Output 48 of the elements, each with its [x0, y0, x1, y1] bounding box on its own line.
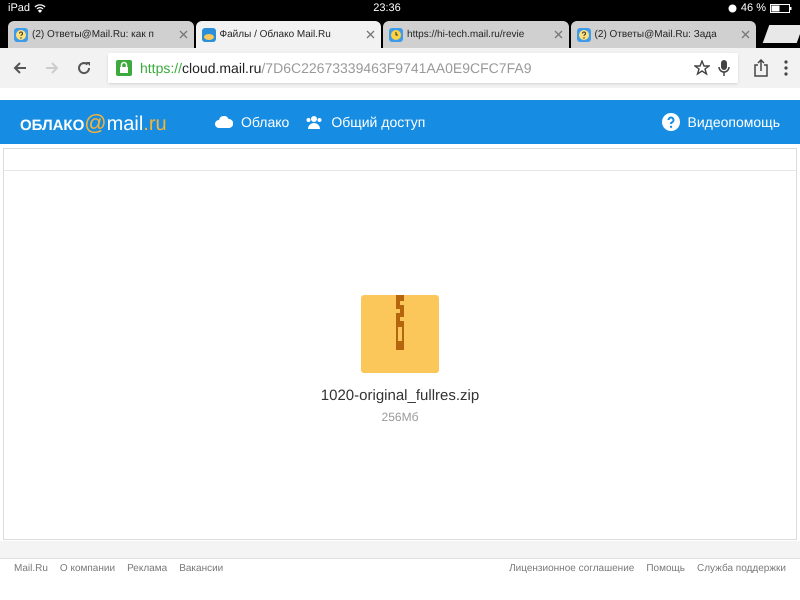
zip-archive-icon[interactable] [361, 295, 439, 373]
cloud-icon [215, 116, 233, 128]
nav-link[interactable]: Облако [215, 112, 290, 132]
help-icon [662, 113, 680, 131]
browser-tab[interactable]: (2) Ответы@Mail.Ru: Зада [570, 21, 756, 48]
tab-title: (2) Ответы@Mail.Ru: как п [32, 28, 155, 42]
tab-title: (2) Ответы@Mail.Ru: Зада [594, 28, 718, 42]
video-help-link[interactable]: Видеопомощь [662, 112, 780, 132]
device-name: iPad [8, 0, 30, 16]
close-icon[interactable] [741, 30, 750, 39]
clock-time: 23:36 [373, 0, 401, 16]
browser-tab[interactable]: Файлы / Облако Mail.Ru [196, 21, 382, 48]
browser-tab[interactable]: https://hi-tech.mail.ru/revie [383, 21, 569, 48]
browser-tab[interactable]: (2) Ответы@Mail.Ru: как п [8, 21, 194, 48]
tab-title: https://hi-tech.mail.ru/revie [407, 28, 526, 42]
close-icon[interactable] [178, 30, 188, 39]
back-arrow-icon[interactable] [12, 60, 28, 76]
file-name: 1020-original_fullres.zip [320, 386, 480, 406]
url-text: https://cloud.mail.ru/7D6C22673339463F9741AA0E9CFC7FA9 [140, 58, 532, 78]
footer-link[interactable]: Mail.Ru [14, 561, 48, 576]
footer-link[interactable]: Реклама [127, 561, 168, 576]
reload-icon[interactable] [76, 60, 92, 76]
people-icon [305, 115, 324, 129]
question-favicon-icon [14, 28, 28, 42]
nav-link[interactable]: Общий доступ [305, 112, 426, 132]
lock-icon [116, 60, 132, 76]
microphone-icon[interactable] [718, 59, 730, 77]
wifi-icon [34, 4, 46, 12]
clock-favicon-icon [389, 28, 404, 42]
cloud-favicon-icon [202, 28, 216, 42]
file-size: 256Мб [382, 408, 418, 426]
tab-title: Файлы / Облако Mail.Ru [220, 28, 332, 42]
close-icon[interactable] [366, 30, 376, 39]
footer-link[interactable]: Служба поддержки [696, 561, 786, 576]
more-menu-icon[interactable] [784, 60, 788, 76]
share-icon[interactable] [754, 59, 768, 77]
cloud-mail-logo[interactable]: ОБЛАКО@mail.ru [20, 106, 215, 138]
address-bar[interactable]: https://cloud.mail.ru/7D6C22673339463F9741AA0E9CFC7FA9 [108, 53, 738, 83]
footer-link[interactable]: Помощь [646, 561, 685, 576]
battery-percent: 46 % [740, 0, 766, 16]
new-tab-button[interactable] [762, 25, 800, 43]
battery-icon [770, 4, 792, 12]
footer-link[interactable]: Лицензионное соглашение [509, 561, 634, 576]
close-icon[interactable] [554, 30, 563, 39]
footer-link[interactable]: О компании [60, 561, 116, 576]
question-favicon-icon [576, 28, 591, 42]
star-icon[interactable] [694, 60, 710, 76]
footer-link[interactable]: Вакансии [179, 561, 224, 576]
